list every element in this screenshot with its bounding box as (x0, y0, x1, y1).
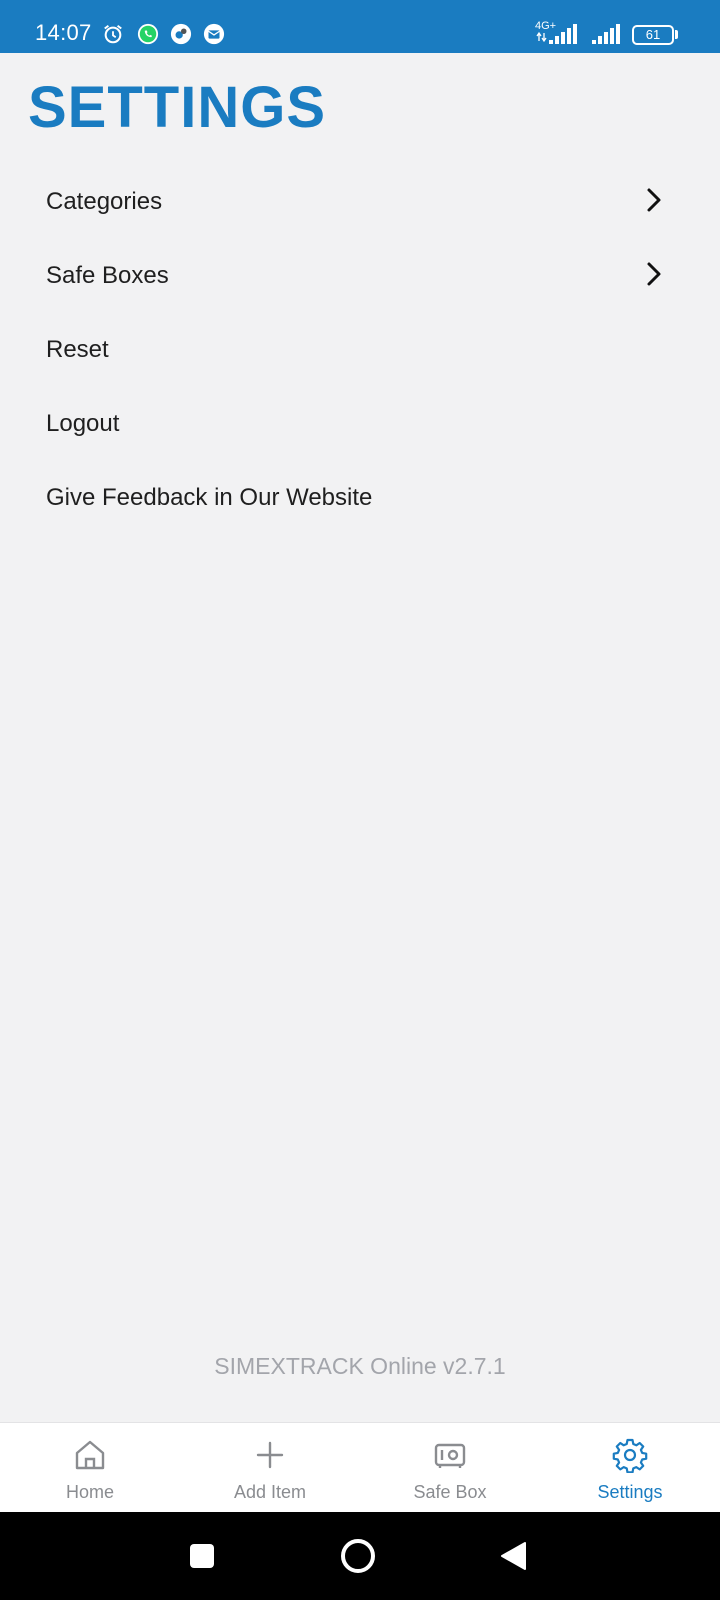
menu-item-categories[interactable]: Categories (0, 167, 720, 237)
battery-level: 61 (645, 27, 661, 42)
tab-label: Add Item (233, 1482, 307, 1502)
home-icon[interactable] (339, 1537, 377, 1575)
alarm-icon (104, 24, 122, 44)
battery-icon: 61 (632, 25, 674, 45)
tab-label: Safe Box (413, 1482, 487, 1502)
tab-label: Settings (597, 1482, 663, 1502)
tab-safe-box[interactable]: Safe Box (360, 1423, 540, 1513)
menu-item-logout[interactable]: Logout (0, 389, 720, 459)
system-navigation-bar (0, 1512, 720, 1600)
menu-item-label: Logout (46, 410, 120, 437)
bottom-tab-bar: Home Add Item Safe Box Settings (0, 1422, 720, 1512)
signal-icon (536, 24, 577, 44)
menu-item-label: Reset (46, 336, 109, 363)
recents-icon[interactable] (189, 1543, 215, 1569)
status-time: 14:07 (35, 20, 92, 45)
chevron-right-icon (647, 188, 661, 212)
signal-icon (592, 24, 620, 44)
menu-item-label: Give Feedback in Our Website (46, 484, 373, 511)
menu-item-reset[interactable]: Reset (0, 315, 720, 385)
app-notification-icon (170, 23, 192, 45)
home-icon (75, 1440, 105, 1470)
tab-settings[interactable]: Settings (540, 1423, 720, 1513)
back-icon[interactable] (499, 1541, 527, 1571)
page-title: SETTINGS (28, 75, 327, 140)
gear-icon (612, 1438, 648, 1473)
whatsapp-icon (137, 23, 159, 45)
menu-item-label: Categories (46, 188, 163, 215)
version-text: SIMEXTRACK Online v2.7.1 (214, 1353, 506, 1379)
plus-icon (256, 1441, 284, 1469)
tab-add-item[interactable]: Add Item (180, 1423, 360, 1513)
battery-nub (675, 30, 678, 39)
tab-home[interactable]: Home (0, 1423, 180, 1513)
safe-icon (434, 1443, 466, 1468)
status-bar: 14:07 4G+ 61 (0, 0, 720, 53)
menu-item-feedback[interactable]: Give Feedback in Our Website (0, 463, 720, 533)
mail-notification-icon (203, 23, 225, 45)
menu-item-label: Safe Boxes (46, 262, 169, 289)
menu-item-safe-boxes[interactable]: Safe Boxes (0, 241, 720, 311)
chevron-right-icon (647, 262, 661, 286)
tab-label: Home (65, 1482, 114, 1502)
